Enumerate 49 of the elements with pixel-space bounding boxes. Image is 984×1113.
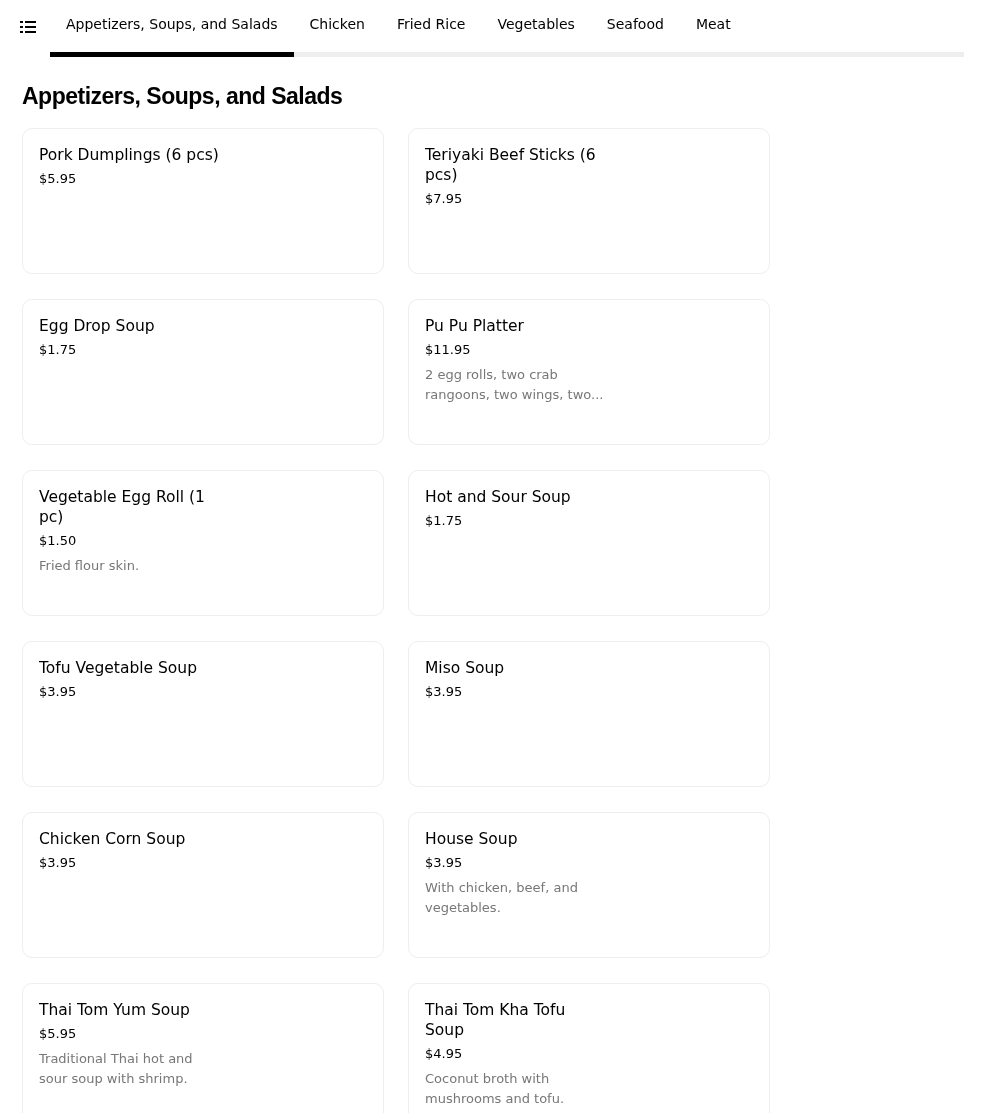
menu-item-card[interactable]: Vegetable Egg Roll (1 pc) $1.50 Fried flour skin.	[22, 470, 384, 616]
menu-item-card[interactable]: Miso Soup $3.95	[408, 641, 770, 787]
item-name: Pu Pu Platter	[425, 316, 525, 336]
menu-item-card[interactable]: Tofu Vegetable Soup $3.95	[22, 641, 384, 787]
item-name: Thai Tom Kha Tofu Soup	[425, 1000, 567, 1040]
category-tab[interactable]: Vegetables	[481, 0, 591, 57]
item-price: $3.95	[425, 683, 464, 701]
menu-item-card[interactable]: Thai Tom Kha Tofu Soup $4.95 Coconut broth with mushrooms and tofu.	[408, 983, 770, 1113]
item-name: Teriyaki Beef Sticks (6 pcs)	[425, 145, 597, 185]
menu-item-card[interactable]: Thai Tom Yum Soup $5.95 Traditional Thai hot and sour soup with shrimp.	[22, 983, 384, 1113]
category-tab[interactable]: Chicken	[293, 0, 381, 57]
menu-item-card[interactable]: Egg Drop Soup $1.75	[22, 299, 384, 445]
item-name: Thai Tom Yum Soup	[39, 1000, 191, 1020]
item-name: House Soup	[425, 829, 519, 849]
item-name: Pork Dumplings (6 pcs)	[39, 145, 219, 165]
category-tab[interactable]: Seafood	[590, 0, 680, 57]
section-title: Appetizers, Soups, and Salads	[22, 83, 344, 110]
item-price: $1.75	[39, 341, 78, 359]
item-price: $11.95	[425, 341, 472, 359]
menu-item-card[interactable]: House Soup $3.95 With chicken, beef, and vegetables.	[408, 812, 770, 958]
category-tab[interactable]: Meat	[679, 0, 747, 57]
item-price: $5.95	[39, 1025, 78, 1043]
item-name: Miso Soup	[425, 658, 506, 678]
item-price: $1.50	[39, 532, 78, 550]
item-description: 2 egg rolls, two crab rangoons, two wings, two...	[425, 366, 605, 404]
item-name: Hot and Sour Soup	[425, 487, 572, 507]
item-name: Vegetable Egg Roll (1 pc)	[39, 487, 206, 527]
menu-item-card[interactable]: Teriyaki Beef Sticks (6 pcs) $7.95	[408, 128, 770, 274]
item-price: $5.95	[39, 170, 78, 188]
menu-item-card[interactable]: Hot and Sour Soup $1.75	[408, 470, 770, 616]
menu-icon[interactable]	[20, 20, 36, 34]
item-price: $7.95	[425, 190, 464, 208]
item-description: Traditional Thai hot and sour soup with shrimp.	[39, 1050, 194, 1088]
menu-item-card[interactable]: Pork Dumplings (6 pcs) $5.95	[22, 128, 384, 274]
item-description: Fried flour skin.	[39, 557, 140, 575]
item-price: $3.95	[39, 683, 78, 701]
item-description: With chicken, beef, and vegetables.	[425, 879, 579, 917]
category-tab[interactable]: Fried Rice	[380, 0, 482, 57]
item-description: Coconut broth with mushrooms and tofu.	[425, 1070, 566, 1108]
item-price: $3.95	[425, 854, 464, 872]
item-name: Tofu Vegetable Soup	[39, 658, 198, 678]
item-name: Chicken Corn Soup	[39, 829, 187, 849]
item-name: Egg Drop Soup	[39, 316, 156, 336]
item-price: $4.95	[425, 1045, 464, 1063]
item-price: $3.95	[39, 854, 78, 872]
category-tab[interactable]: Appetizers, Soups, and Salads	[50, 0, 294, 57]
item-price: $1.75	[425, 512, 464, 530]
menu-item-card[interactable]: Pu Pu Platter $11.95 2 egg rolls, two crab rangoons, two wings, two...	[408, 299, 770, 445]
menu-item-card[interactable]: Chicken Corn Soup $3.95	[22, 812, 384, 958]
